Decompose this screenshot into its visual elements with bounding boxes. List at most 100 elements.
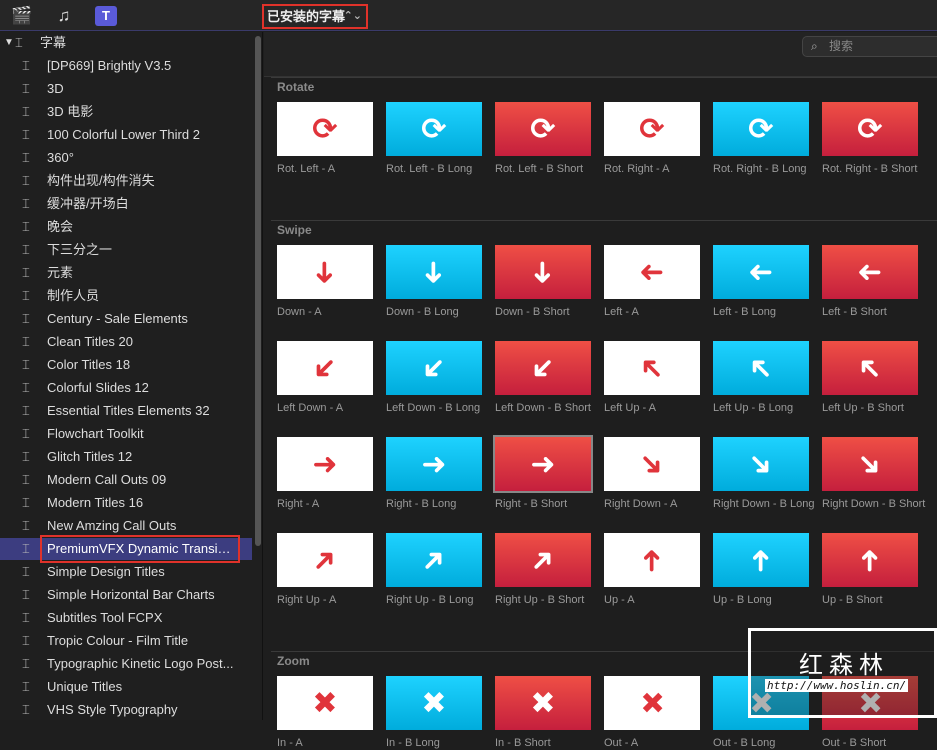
sidebar-item[interactable]: ⌶ Simple Horizontal Bar Charts	[0, 584, 252, 606]
thumbnail[interactable]: ➜	[495, 245, 591, 299]
title-tile[interactable]: ⟳ Rot. Left - A	[277, 102, 377, 176]
thumbnail[interactable]: ➜	[604, 245, 700, 299]
sidebar-item[interactable]: ⌶ 制作人员	[0, 285, 252, 307]
thumbnail[interactable]: ➜	[822, 341, 918, 395]
thumbnail[interactable]: ➜	[822, 533, 918, 587]
sidebar-item[interactable]: ⌶ Typographic Kinetic Logo Post...	[0, 653, 252, 675]
thumbnail[interactable]: ➜	[386, 437, 482, 491]
thumbnail[interactable]: ⟳	[495, 102, 591, 156]
thumbnail[interactable]: ➜	[822, 437, 918, 491]
thumbnail[interactable]: ➜	[822, 245, 918, 299]
thumbnail[interactable]: ⟳	[277, 102, 373, 156]
thumbnail[interactable]: ➜	[604, 341, 700, 395]
thumbnail[interactable]: ➜	[277, 341, 373, 395]
sidebar-item[interactable]: ⌶ Subtitles Tool FCPX	[0, 607, 252, 629]
title-tile[interactable]: ⟳ Rot. Right - B Long	[713, 102, 813, 176]
thumbnail[interactable]: ✖	[277, 676, 373, 730]
thumbnail[interactable]: ➜	[713, 437, 809, 491]
thumbnail[interactable]: ➜	[386, 533, 482, 587]
sidebar-scrollbar[interactable]	[255, 36, 261, 546]
title-tile[interactable]: ➜ Right - B Short	[493, 435, 595, 511]
thumbnail[interactable]: ⟳	[604, 102, 700, 156]
sidebar-item[interactable]: ⌶ 下三分之一	[0, 239, 252, 261]
title-tile[interactable]: ➜ Left Down - A	[277, 341, 377, 415]
title-tile[interactable]: ➜ Left Down - B Long	[386, 341, 486, 415]
sidebar-item[interactable]: ⌶ Color Titles 18	[0, 354, 252, 376]
sidebar-item[interactable]: ⌶ 3D	[0, 78, 252, 100]
title-tile[interactable]: ⟳ Rot. Left - B Long	[386, 102, 486, 176]
thumbnail[interactable]: ✖	[386, 676, 482, 730]
title-tile[interactable]: ➜ Right Down - A	[604, 437, 704, 511]
title-tile[interactable]: ⟳ Rot. Right - B Short	[822, 102, 922, 176]
sidebar-item[interactable]: ⌶ 缓冲器/开场白	[0, 193, 252, 215]
title-tile[interactable]: ➜ Left Up - A	[604, 341, 704, 415]
sidebar-item[interactable]: ⌶ Simple Design Titles	[0, 561, 252, 583]
title-tile[interactable]: ⟳ Rot. Right - A	[604, 102, 704, 176]
sidebar-item[interactable]: ⌶ Modern Titles 16	[0, 492, 252, 514]
sidebar-item[interactable]: ⌶ Colorful Slides 12	[0, 377, 252, 399]
sidebar-item[interactable]: ⌶ 360°	[0, 147, 252, 169]
sidebar-item[interactable]: ⌶ Unique Titles	[0, 676, 252, 698]
sidebar-item[interactable]: ⌶ 晚会	[0, 216, 252, 238]
title-tile[interactable]: ➜ Right Down - B Short	[822, 437, 925, 511]
sidebar-item[interactable]: ⌶ Clean Titles 20	[0, 331, 252, 353]
thumbnail[interactable]: ⟳	[822, 102, 918, 156]
title-tile[interactable]: ➜ Right - B Long	[386, 437, 486, 511]
thumbnail[interactable]: ➜	[277, 533, 373, 587]
sidebar-root-titles[interactable]: ▼ ⌶ 字幕	[0, 32, 252, 54]
thumbnail[interactable]: ➜	[604, 533, 700, 587]
sidebar-item[interactable]: ⌶ Century - Sale Elements	[0, 308, 252, 330]
sidebar-item[interactable]: ⌶ 构件出现/构件消失	[0, 170, 252, 192]
title-tile[interactable]: ➜ Left Down - B Short	[495, 341, 595, 415]
sidebar-item[interactable]: ⌶ PremiumVFX Dynamic Transiti...	[0, 535, 252, 563]
music-photo-icon[interactable]: ♫	[53, 6, 75, 26]
thumbnail[interactable]: ➜	[277, 245, 373, 299]
title-tile[interactable]: ➜ Left Up - B Short	[822, 341, 922, 415]
thumbnail[interactable]: ➜	[713, 533, 809, 587]
sidebar-item[interactable]: ⌶ VHS Style Typography	[0, 699, 252, 721]
disclosure-triangle-icon[interactable]: ▼	[4, 32, 14, 54]
thumbnail[interactable]: ⟳	[386, 102, 482, 156]
title-tile[interactable]: ➜ Up - A	[604, 533, 704, 607]
title-tile[interactable]: ✚ Out - A	[604, 676, 704, 750]
title-tile[interactable]: ✖ In - B Long	[386, 676, 486, 750]
thumbnail[interactable]: ✖	[495, 676, 591, 730]
title-tile[interactable]: ✖ In - B Short	[495, 676, 595, 750]
thumbnail[interactable]: ➜	[713, 245, 809, 299]
thumbnail[interactable]: ✚	[604, 676, 700, 730]
title-tile[interactable]: ➜ Right Down - B Long	[713, 437, 815, 511]
title-tile[interactable]: ✖ In - A	[277, 676, 377, 750]
title-tile[interactable]: ➜ Right - A	[277, 437, 377, 511]
title-tile[interactable]: ➜ Down - A	[277, 245, 377, 319]
search-input[interactable]: ⌕ 搜索	[802, 36, 937, 57]
title-tile[interactable]: ⟳ Rot. Left - B Short	[495, 102, 595, 176]
library-select[interactable]: 已安装的字幕 ⌃⌄	[262, 4, 368, 29]
sidebar-item[interactable]: ⌶ Modern Call Outs 09	[0, 469, 252, 491]
sidebar-item[interactable]: ⌶ 3D 电影	[0, 101, 252, 123]
title-tile[interactable]: ➜ Left - B Short	[822, 245, 922, 319]
title-tile[interactable]: ➜ Up - B Long	[713, 533, 813, 607]
title-tile[interactable]: ➜ Left Up - B Long	[713, 341, 813, 415]
thumbnail[interactable]: ➜	[495, 341, 591, 395]
sidebar-item[interactable]: ⌶ 100 Colorful Lower Third 2	[0, 124, 252, 146]
thumbnail[interactable]: ➜	[386, 245, 482, 299]
title-tile[interactable]: ➜ Left - A	[604, 245, 704, 319]
thumbnail[interactable]: ➜	[713, 341, 809, 395]
sidebar-item[interactable]: ⌶ Flowchart Toolkit	[0, 423, 252, 445]
thumbnail[interactable]: ➜	[386, 341, 482, 395]
sidebar-item[interactable]: ⌶ Essential Titles Elements 32	[0, 400, 252, 422]
title-tile[interactable]: ➜ Down - B Long	[386, 245, 486, 319]
titles-icon[interactable]: T	[95, 6, 117, 26]
clapper-icon[interactable]: 🎬	[11, 6, 33, 26]
title-tile[interactable]: ➜ Down - B Short	[495, 245, 595, 319]
sidebar-item[interactable]: ⌶ [DP669] Brightly V3.5	[0, 55, 252, 77]
thumbnail[interactable]: ➜	[277, 437, 373, 491]
title-tile[interactable]: ➜ Left - B Long	[713, 245, 813, 319]
thumbnail[interactable]: ➜	[495, 533, 591, 587]
thumbnail[interactable]: ⟳	[713, 102, 809, 156]
title-tile[interactable]: ➜ Right Up - B Short	[495, 533, 595, 607]
title-tile[interactable]: ➜ Up - B Short	[822, 533, 922, 607]
sidebar-item[interactable]: ⌶ 元素	[0, 262, 252, 284]
thumbnail[interactable]: ➜	[604, 437, 700, 491]
sidebar-item[interactable]: ⌶ Tropic Colour - Film Title	[0, 630, 252, 652]
